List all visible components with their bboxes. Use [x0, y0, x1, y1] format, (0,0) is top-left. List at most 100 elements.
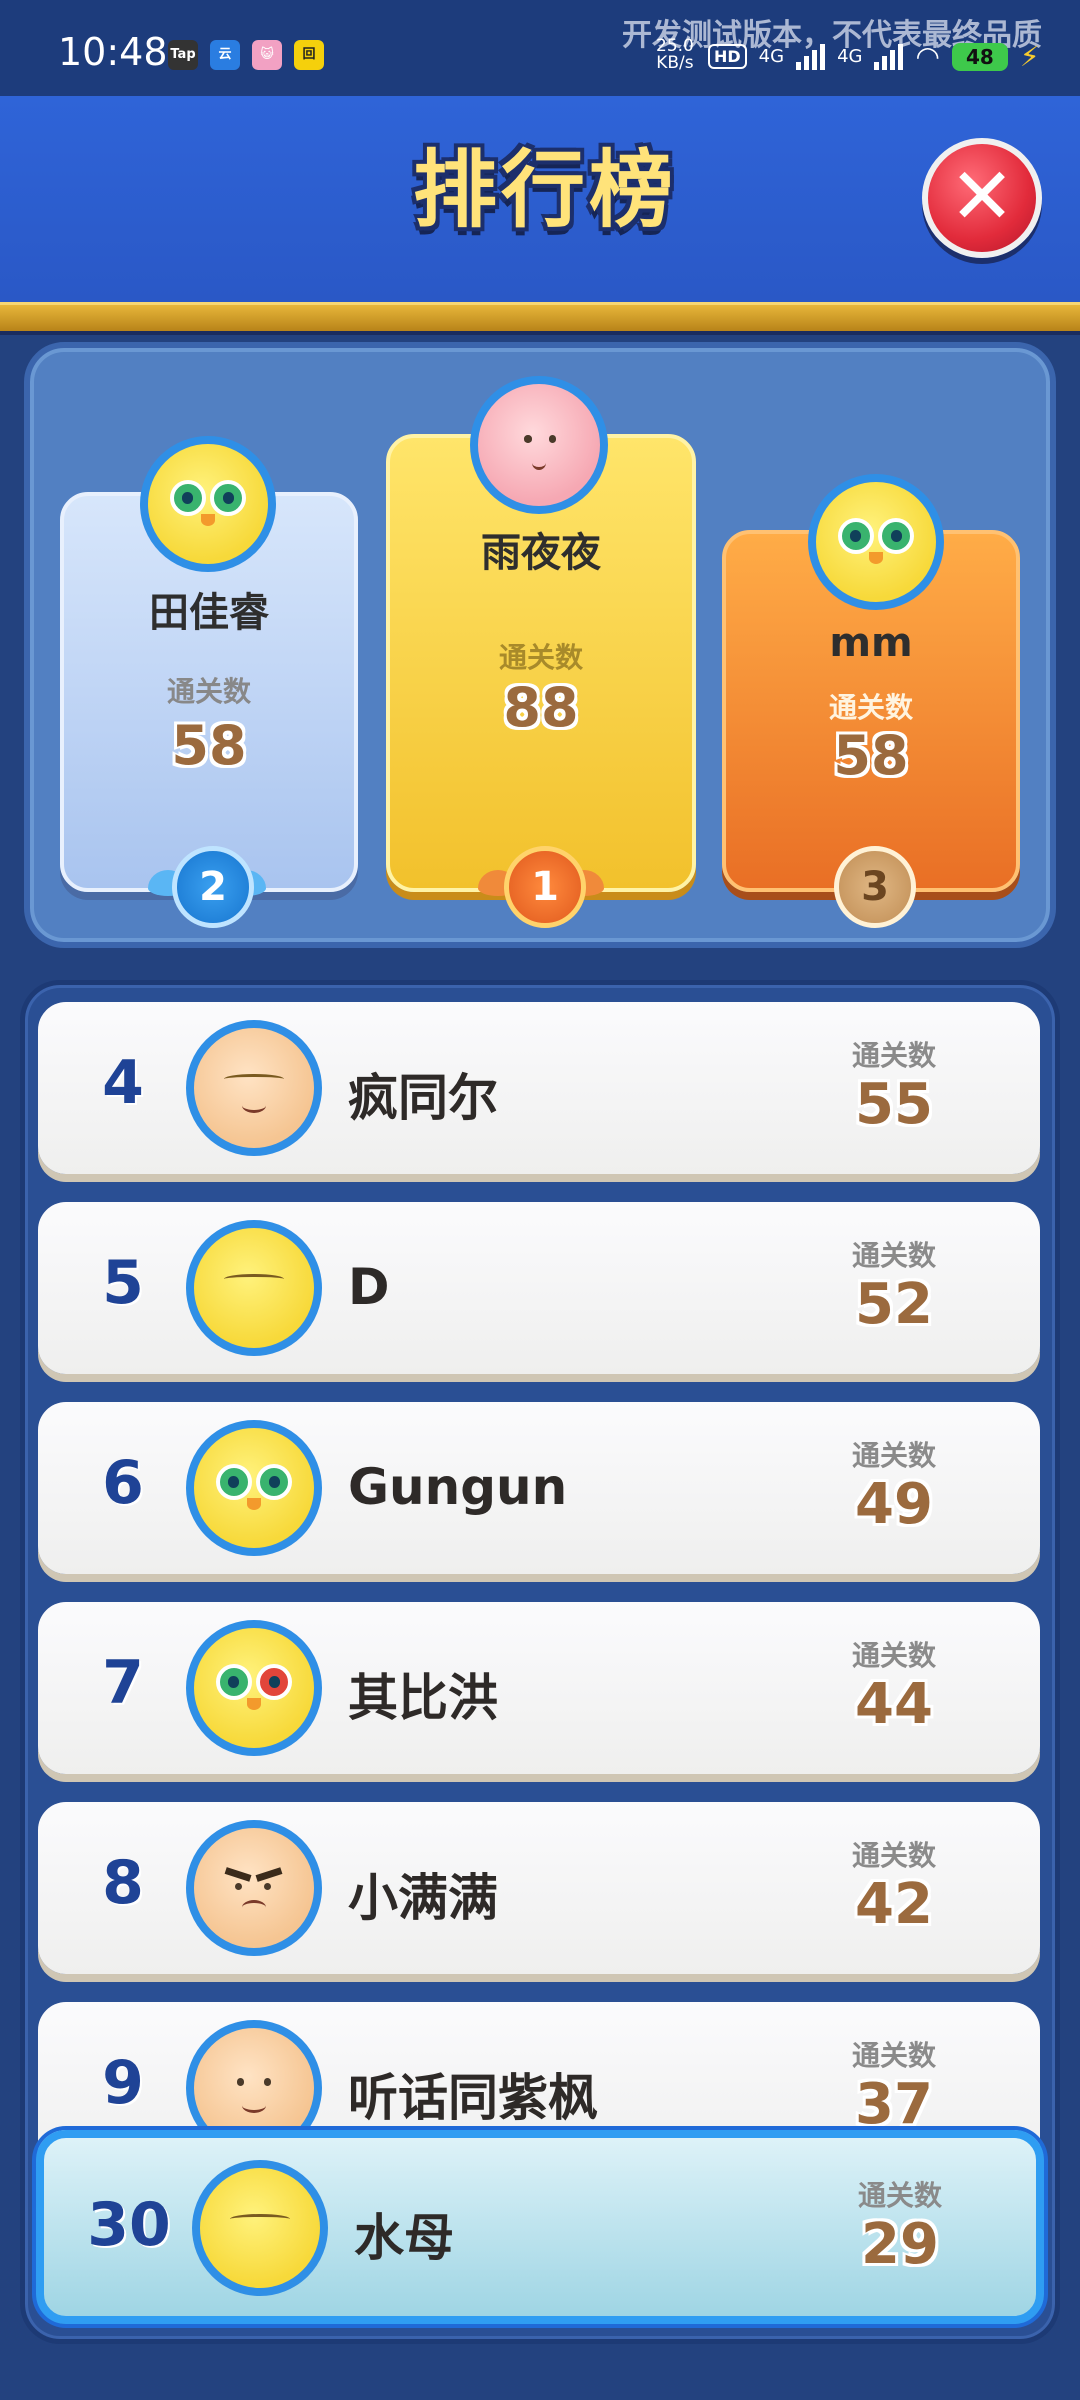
eye-icon — [230, 2213, 290, 2224]
eye-icon — [215, 1664, 252, 1700]
my-avatar — [192, 2160, 328, 2296]
score-value: 55 — [855, 1072, 933, 1137]
list-item[interactable]: 4 疯同尔 通关数 55 — [38, 1002, 1040, 1174]
hd-icon: HD — [708, 44, 747, 69]
podium-first-name: 雨夜夜 — [481, 530, 601, 576]
avatar — [186, 1020, 322, 1156]
status-icons: HD 4G 4G ◠ 48 ⚡ — [708, 40, 1040, 73]
podium-second-label: 通关数 — [166, 675, 251, 708]
podium-third-avatar — [808, 474, 944, 610]
status-app-icons: Tap 云 😺 回 — [168, 40, 324, 70]
eye-icon — [837, 518, 874, 554]
eyebrow-icon — [255, 1867, 284, 1883]
page-title: 排行榜 — [412, 141, 677, 239]
eyebrow-icon — [224, 1867, 253, 1883]
score-value: 42 — [855, 1872, 933, 1937]
my-score-label: 通关数 — [857, 2179, 942, 2212]
player-name: D — [348, 1258, 390, 1316]
rank-number: 9 — [102, 2048, 144, 2118]
close-icon: ✕ — [949, 152, 1015, 242]
list-item[interactable]: 8 小满满 通关数 42 — [38, 1802, 1040, 1974]
list-item[interactable]: 5 D 通关数 52 — [38, 1202, 1040, 1374]
podium-first-label: 通关数 — [498, 641, 583, 674]
score-label: 通关数 — [851, 1239, 936, 1272]
eye-icon — [524, 435, 532, 443]
rank-number: 7 — [102, 1648, 144, 1718]
eye-icon — [224, 1273, 284, 1284]
cat-app-icon: 😺 — [252, 40, 282, 70]
signal-4g-label-1: 4G — [758, 46, 785, 67]
eye-icon — [224, 1073, 284, 1084]
score-value: 52 — [855, 1272, 933, 1337]
status-time: 10:48 — [58, 30, 168, 74]
my-score-value: 29 — [861, 2212, 939, 2277]
my-rank-row[interactable]: 30 水母 通关数 29 — [36, 2130, 1044, 2324]
list-item[interactable]: 6 Gungun 通关数 49 — [38, 1402, 1040, 1574]
eye-icon — [234, 1883, 242, 1891]
my-rank-number: 30 — [87, 2190, 171, 2260]
gold-medal-icon: 1 — [504, 846, 586, 928]
avatar — [186, 1620, 322, 1756]
rank-number: 4 — [102, 1048, 144, 1118]
mouth-icon — [242, 1098, 266, 1113]
beak-icon — [246, 1497, 262, 1510]
score-label: 通关数 — [851, 1639, 936, 1672]
silver-medal-icon: 2 — [172, 846, 254, 928]
wifi-icon: ◠ — [915, 40, 940, 73]
rank-number: 8 — [102, 1848, 144, 1918]
network-speed-unit: KB/s — [656, 53, 694, 73]
beak-icon — [246, 1697, 262, 1710]
charging-icon: ⚡ — [1019, 40, 1040, 73]
tap-app-icon: Tap — [168, 40, 198, 70]
yellow-app-icon: 回 — [294, 40, 324, 70]
score-label: 通关数 — [851, 1439, 936, 1472]
cloud-app-icon: 云 — [210, 40, 240, 70]
score-label: 通关数 — [851, 1839, 936, 1872]
battery-icon: 48 — [951, 42, 1008, 71]
eye-icon — [237, 2078, 245, 2086]
podium-second-name: 田佳睿 — [149, 590, 269, 636]
player-name: 小满满 — [348, 1869, 498, 1927]
eye-icon — [548, 435, 557, 443]
player-name: 疯同尔 — [348, 1069, 498, 1127]
player-name: 其比洪 — [348, 1669, 498, 1727]
podium-second-score: 58 — [171, 714, 247, 777]
eye-icon — [256, 1664, 293, 1700]
mouth-icon — [242, 2098, 266, 2113]
beak-icon — [200, 513, 216, 526]
status-bar: 10:48 Tap 云 😺 回 开发测试版本，不代表最终品质 25.0 KB/s… — [0, 0, 1080, 96]
podium-first-score: 88 — [503, 676, 579, 739]
bronze-medal-icon: 3 — [834, 846, 916, 928]
eye-icon — [215, 1464, 252, 1500]
player-name: 听话同紫枫 — [348, 2069, 598, 2127]
eye-icon — [169, 480, 206, 516]
network-speed: 25.0 KB/s — [656, 38, 694, 72]
eye-icon — [878, 518, 915, 554]
my-name: 水母 — [354, 2209, 454, 2267]
podium-third-name: mm — [829, 620, 913, 666]
mouth-icon — [242, 1900, 266, 1915]
mouth-icon — [531, 455, 547, 470]
score-value: 49 — [855, 1472, 933, 1537]
signal-bars-icon — [796, 43, 826, 70]
score-value: 44 — [855, 1672, 933, 1737]
signal-bars-icon-2 — [874, 43, 904, 70]
eye-icon — [263, 1883, 271, 1891]
avatar — [186, 1220, 322, 1356]
podium-second-avatar — [140, 436, 276, 572]
podium-third-label: 通关数 — [828, 691, 913, 724]
signal-4g-label-2: 4G — [837, 46, 863, 67]
player-name: Gungun — [348, 1458, 568, 1516]
score-value: 37 — [855, 2072, 933, 2137]
eye-icon — [256, 1464, 293, 1500]
score-label: 通关数 — [851, 1039, 936, 1072]
podium-first-avatar — [470, 376, 608, 514]
rank-number: 6 — [102, 1448, 144, 1518]
podium-third-score: 58 — [833, 724, 909, 787]
close-button[interactable]: ✕ — [922, 138, 1042, 258]
list-item[interactable]: 7 其比洪 通关数 44 — [38, 1602, 1040, 1774]
avatar — [186, 1820, 322, 1956]
score-label: 通关数 — [851, 2039, 936, 2072]
beak-icon — [868, 551, 884, 564]
rank-number: 5 — [102, 1248, 144, 1318]
